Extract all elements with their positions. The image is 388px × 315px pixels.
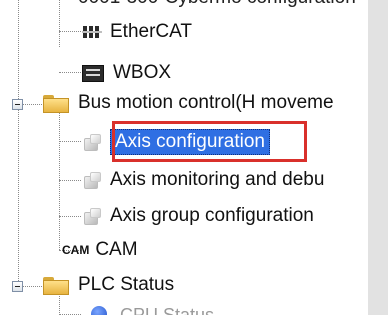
axis-group-icon (82, 207, 102, 225)
tree-item-axis-monitoring[interactable]: Axis monitoring and debu (82, 163, 324, 197)
folder-icon (42, 93, 70, 113)
cpu-status-icon (91, 306, 107, 315)
tree-item-label: Bus motion control(H moveme (78, 92, 334, 113)
folder-icon (42, 275, 70, 295)
tree-connector-line (18, 0, 19, 285)
tree-connector-line (59, 216, 81, 217)
tree-item-cut-top-label: 0001-300-Cybermo configuration (78, 0, 356, 9)
collapse-toggle[interactable] (12, 281, 23, 292)
tree-item-label: Axis monitoring and debu (110, 169, 325, 190)
highlight-annotation (112, 121, 307, 162)
tree-item-label: PLC Status (78, 274, 175, 295)
scrollbar-track[interactable] (368, 0, 388, 315)
tree-connector-line (59, 113, 60, 250)
project-tree: 0001-300-Cybermo configuration EtherCAT … (0, 0, 388, 315)
axis-monitor-icon (82, 171, 102, 189)
tree-item-label: EtherCAT (110, 21, 193, 42)
wbox-icon (82, 64, 104, 82)
tree-item-ethercat[interactable]: EtherCAT (82, 15, 192, 49)
cam-icon: CAM (62, 243, 90, 257)
axis-config-icon (82, 133, 102, 151)
tree-item-plc-status[interactable]: PLC Status (42, 268, 174, 302)
tree-item-axis-group-configuration[interactable]: Axis group configuration (82, 199, 314, 233)
tree-connector-line (59, 141, 81, 142)
tree-connector-line (59, 31, 81, 32)
ethercat-icon (82, 25, 102, 39)
tree-item-label: CAM (95, 239, 138, 260)
tree-connector-line (59, 180, 81, 181)
collapse-toggle[interactable] (12, 99, 23, 110)
tree-item-label: WBOX (113, 62, 172, 83)
tree-item-cam[interactable]: CAM CAM (62, 233, 138, 267)
tree-item-label: Axis group configuration (110, 205, 314, 226)
tree-item-bus-motion-control[interactable]: Bus motion control(H moveme (42, 86, 334, 120)
tree-connector-line (59, 72, 81, 73)
tree-connector-line (59, 0, 60, 47)
tree-item-wbox[interactable]: WBOX (82, 56, 171, 90)
tree-item-cut-bottom-label: CPU Status (120, 305, 215, 315)
